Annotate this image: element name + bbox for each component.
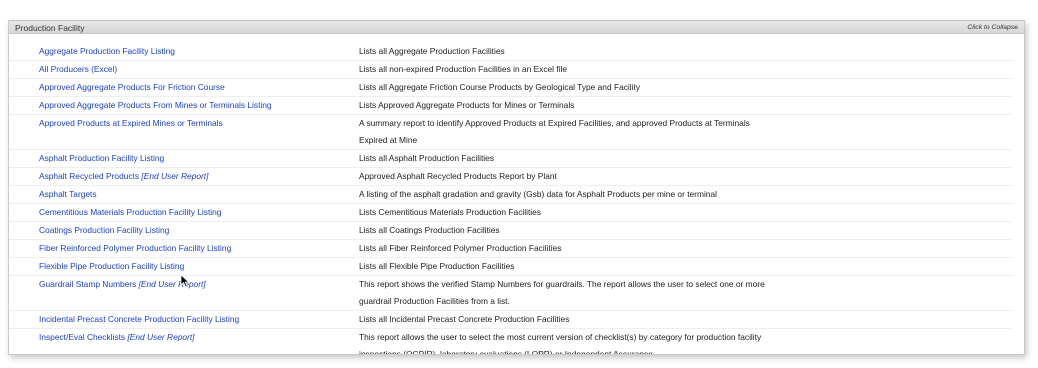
report-name: Asphalt Targets (39, 189, 97, 199)
report-description: Lists all non-expired Production Facilit… (359, 64, 568, 74)
report-description: Lists all Asphalt Production Facilities (359, 153, 494, 163)
report-row: Guardrail Stamp Numbers [End User Report… (9, 276, 1013, 311)
report-link[interactable]: Coatings Production Facility Listing (39, 222, 169, 239)
report-row: Approved Aggregate Products For Friction… (9, 79, 1013, 97)
report-description: This report shows the verified Stamp Num… (359, 279, 765, 306)
report-description: Lists all Coatings Production Facilities (359, 225, 500, 235)
mouse-pointer-icon (180, 274, 190, 288)
report-description: Lists Cementitious Materials Production … (359, 207, 541, 217)
report-name: Approved Aggregate Products For Friction… (39, 82, 225, 92)
report-name: Cementitious Materials Production Facili… (39, 207, 222, 217)
report-row: Flexible Pipe Production Facility Listin… (9, 258, 1013, 276)
report-name: Approved Products at Expired Mines or Te… (39, 118, 223, 128)
report-link[interactable]: Cementitious Materials Production Facili… (39, 204, 221, 221)
report-name: Coatings Production Facility Listing (39, 225, 170, 235)
report-row: Asphalt Recycled Products [End User Repo… (9, 168, 1013, 186)
collapse-link[interactable]: Click to Collapse (967, 24, 1018, 31)
report-name: All Producers (Excel) (39, 64, 118, 74)
report-link[interactable]: Asphalt Recycled Products [End User Repo… (39, 168, 208, 185)
report-link[interactable]: Fiber Reinforced Polymer Production Faci… (39, 240, 231, 257)
report-name: Aggregate Production Facility Listing (39, 46, 175, 56)
report-description: Lists Approved Aggregate Products for Mi… (359, 100, 575, 110)
report-row: Asphalt Production Facility Listing Lists… (9, 150, 1013, 168)
report-description: A summary report to identify Approved Pr… (359, 118, 750, 145)
report-name: Guardrail Stamp Numbers (39, 279, 137, 289)
report-description: Lists all Incidental Precast Concrete Pr… (359, 314, 570, 324)
report-name: Incidental Precast Concrete Production F… (39, 314, 240, 324)
report-name: Flexible Pipe Production Facility Listin… (39, 261, 185, 271)
production-facility-panel: Production Facility Click to Collapse Ag… (8, 20, 1025, 355)
report-link[interactable]: Approved Products at Expired Mines or Te… (39, 115, 223, 132)
report-row: Approved Aggregate Products From Mines o… (9, 97, 1013, 115)
report-name: Inspect/Eval Checklists (39, 332, 126, 342)
report-link[interactable]: All Producers (Excel) (39, 61, 117, 78)
report-name: Asphalt Production Facility Listing (39, 153, 165, 163)
report-link[interactable]: Asphalt Targets (39, 186, 97, 203)
report-name: Fiber Reinforced Polymer Production Faci… (39, 243, 232, 253)
report-row: Fiber Reinforced Polymer Production Faci… (9, 240, 1013, 258)
report-name: Approved Aggregate Products From Mines o… (39, 100, 272, 110)
report-description: A listing of the asphalt gradation and g… (359, 189, 717, 199)
report-list: Aggregate Production Facility Listing Lis… (9, 43, 1024, 355)
report-row: Aggregate Production Facility Listing Lis… (9, 43, 1013, 61)
report-link[interactable]: Flexible Pipe Production Facility Listin… (39, 258, 184, 275)
section-header[interactable]: Production Facility Click to Collapse (9, 20, 1024, 34)
report-tag: [End User Report] (127, 332, 195, 342)
report-row: Approved Products at Expired Mines or Te… (9, 115, 1013, 150)
report-row: Inspect/Eval Checklists [End User Report… (9, 329, 1013, 355)
report-row: Cementitious Materials Production Facili… (9, 204, 1013, 222)
report-row: Coatings Production Facility Listing List… (9, 222, 1013, 240)
report-link[interactable]: Approved Aggregate Products For Friction… (39, 79, 225, 96)
section-title: Production Facility (15, 23, 85, 33)
report-description: Lists all Fiber Reinforced Polymer Produ… (359, 243, 562, 253)
report-name: Asphalt Recycled Products (39, 171, 140, 181)
report-link[interactable]: Incidental Precast Concrete Production F… (39, 311, 239, 328)
report-row: Incidental Precast Concrete Production F… (9, 311, 1013, 329)
report-row: Asphalt Targets A listing of the asphalt … (9, 186, 1013, 204)
report-description: Approved Asphalt Recycled Products Repor… (359, 171, 557, 181)
report-description: Lists all Aggregate Friction Course Prod… (359, 82, 641, 92)
report-link[interactable]: Inspect/Eval Checklists [End User Report… (39, 329, 194, 346)
report-description: Lists all Aggregate Production Facilitie… (359, 46, 505, 56)
report-link[interactable]: Asphalt Production Facility Listing (39, 150, 164, 167)
report-link[interactable]: Approved Aggregate Products From Mines o… (39, 97, 272, 114)
report-description: This report allows the user to select th… (359, 332, 762, 355)
report-description: Lists all Flexible Pipe Production Facil… (359, 261, 515, 271)
report-tag: [End User Report] (138, 279, 206, 289)
report-link[interactable]: Aggregate Production Facility Listing (39, 43, 175, 60)
report-row: All Producers (Excel) Lists all non-expir… (9, 61, 1013, 79)
report-tag: [End User Report] (141, 171, 209, 181)
